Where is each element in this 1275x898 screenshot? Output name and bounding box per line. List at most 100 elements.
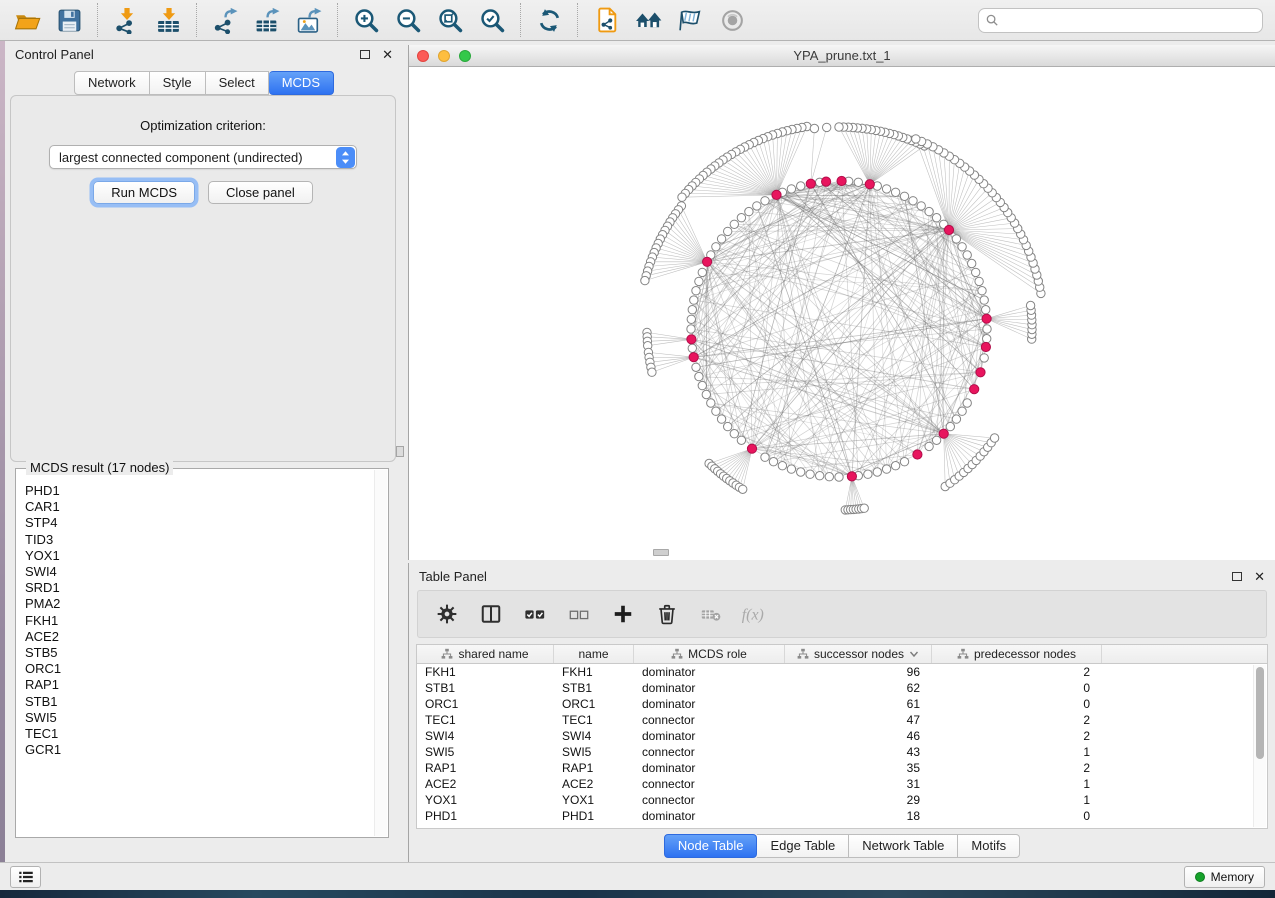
- network-node[interactable]: [695, 277, 703, 285]
- network-node[interactable]: [717, 235, 725, 243]
- mcds-result-item[interactable]: STB1: [25, 694, 374, 710]
- network-node[interactable]: [968, 259, 976, 267]
- zoom-in-icon[interactable]: [345, 2, 387, 38]
- network-node[interactable]: [882, 185, 890, 193]
- split-pane-handle[interactable]: [396, 446, 404, 457]
- add-column-icon[interactable]: [608, 599, 638, 629]
- scrollbar-thumb[interactable]: [1256, 667, 1264, 759]
- table-cell[interactable]: PHD1: [417, 808, 554, 824]
- mcds-result-item[interactable]: SWI5: [25, 710, 374, 726]
- table-cell[interactable]: PHD1: [554, 808, 634, 824]
- network-node[interactable]: [761, 197, 769, 205]
- hide-details-icon[interactable]: [669, 2, 711, 38]
- network-node[interactable]: [787, 185, 795, 193]
- table-cell[interactable]: RAP1: [554, 760, 634, 776]
- optimization-criterion-select[interactable]: largest connected component (undirected): [49, 145, 357, 169]
- table-cell[interactable]: dominator: [634, 760, 785, 776]
- table-cell[interactable]: 61: [785, 696, 932, 712]
- network-node[interactable]: [860, 504, 868, 512]
- table-row[interactable]: PHD1PHD1dominator180: [417, 808, 1253, 824]
- network-node[interactable]: [854, 178, 862, 186]
- network-node[interactable]: [958, 407, 966, 415]
- network-node[interactable]: [688, 344, 696, 352]
- table-cell[interactable]: STB1: [417, 680, 554, 696]
- network-node[interactable]: [972, 268, 980, 276]
- network-node[interactable]: [724, 227, 732, 235]
- deselect-all-icon[interactable]: [564, 599, 594, 629]
- table-cell[interactable]: ACE2: [417, 776, 554, 792]
- table-scrollbar[interactable]: [1253, 665, 1266, 827]
- network-node[interactable]: [963, 399, 971, 407]
- table-cell[interactable]: dominator: [634, 664, 785, 680]
- tab-style[interactable]: Style: [150, 71, 206, 95]
- mcds-hub-node[interactable]: [687, 335, 696, 344]
- table-cell[interactable]: 31: [785, 776, 932, 792]
- network-node[interactable]: [695, 372, 703, 380]
- table-cell[interactable]: FKH1: [554, 664, 634, 680]
- column-header-predecessor-nodes[interactable]: predecessor nodes: [932, 645, 1102, 663]
- network-node[interactable]: [990, 434, 998, 442]
- table-row[interactable]: SWI4SWI4dominator462: [417, 728, 1253, 744]
- table-row[interactable]: TEC1TEC1connector472: [417, 712, 1253, 728]
- select-all-icon[interactable]: [520, 599, 550, 629]
- network-node[interactable]: [864, 470, 872, 478]
- mcds-hub-node[interactable]: [970, 385, 979, 394]
- network-node[interactable]: [980, 296, 988, 304]
- refresh-icon[interactable]: [528, 2, 570, 38]
- network-node[interactable]: [952, 415, 960, 423]
- tab-edge-table[interactable]: Edge Table: [757, 834, 849, 858]
- network-node[interactable]: [678, 193, 686, 201]
- column-header-mcds-role[interactable]: MCDS role: [634, 645, 785, 663]
- search-input[interactable]: [1000, 10, 1256, 30]
- memory-button[interactable]: Memory: [1184, 866, 1265, 888]
- table-cell[interactable]: YOX1: [554, 792, 634, 808]
- network-node[interactable]: [724, 422, 732, 430]
- mcds-result-item[interactable]: ORC1: [25, 661, 374, 677]
- table-cell[interactable]: YOX1: [417, 792, 554, 808]
- table-cell[interactable]: 62: [785, 680, 932, 696]
- zoom-fit-icon[interactable]: [429, 2, 471, 38]
- network-node[interactable]: [963, 251, 971, 259]
- close-panel-button[interactable]: Close panel: [208, 181, 313, 204]
- table-cell[interactable]: 46: [785, 728, 932, 744]
- export-network-icon[interactable]: [204, 2, 246, 38]
- network-node[interactable]: [787, 465, 795, 473]
- network-node[interactable]: [932, 214, 940, 222]
- table-cell[interactable]: connector: [634, 744, 785, 760]
- table-cell[interactable]: dominator: [634, 808, 785, 824]
- import-table-icon[interactable]: [147, 2, 189, 38]
- mcds-hub-node[interactable]: [747, 444, 756, 453]
- network-node[interactable]: [690, 296, 698, 304]
- table-cell[interactable]: dominator: [634, 696, 785, 712]
- network-node[interactable]: [641, 276, 649, 284]
- network-node[interactable]: [912, 135, 920, 143]
- mcds-result-item[interactable]: ACE2: [25, 629, 374, 645]
- table-cell[interactable]: 0: [932, 808, 1102, 824]
- network-node[interactable]: [712, 407, 720, 415]
- mcds-result-item[interactable]: SRD1: [25, 580, 374, 596]
- window-close-button[interactable]: [417, 50, 429, 62]
- network-node[interactable]: [810, 124, 818, 132]
- table-cell[interactable]: 47: [785, 712, 932, 728]
- network-node[interactable]: [806, 470, 814, 478]
- table-cell[interactable]: 43: [785, 744, 932, 760]
- network-node[interactable]: [958, 243, 966, 251]
- network-node[interactable]: [692, 363, 700, 371]
- network-node[interactable]: [745, 207, 753, 215]
- window-minimize-button[interactable]: [438, 50, 450, 62]
- export-table-icon[interactable]: [246, 2, 288, 38]
- network-node[interactable]: [952, 235, 960, 243]
- table-cell[interactable]: 2: [932, 664, 1102, 680]
- column-header-shared-name[interactable]: shared name: [417, 645, 554, 663]
- network-node[interactable]: [648, 368, 656, 376]
- table-cell[interactable]: 2: [932, 712, 1102, 728]
- network-node[interactable]: [687, 315, 695, 323]
- network-node[interactable]: [891, 462, 899, 470]
- table-cell[interactable]: TEC1: [554, 712, 634, 728]
- table-cell[interactable]: connector: [634, 792, 785, 808]
- table-cell[interactable]: 29: [785, 792, 932, 808]
- network-node[interactable]: [737, 436, 745, 444]
- network-scroll-handle[interactable]: [653, 549, 669, 556]
- network-node[interactable]: [730, 430, 738, 438]
- export-image-icon[interactable]: [288, 2, 330, 38]
